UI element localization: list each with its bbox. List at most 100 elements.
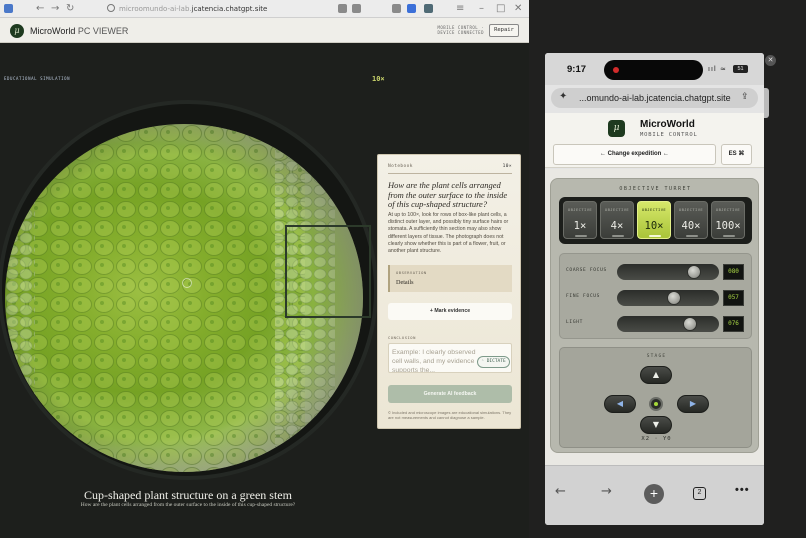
specimen-question: How are the plant cells arranged from th… — [80, 502, 296, 508]
fine-focus-label: FINE FOCUS — [566, 294, 601, 299]
notebook-disclaimer: © Included and microscope images are edu… — [388, 410, 512, 420]
phone-forward-icon[interactable]: → — [601, 484, 612, 499]
objective-value: 1× — [573, 220, 587, 232]
evidence-selection-box[interactable] — [285, 225, 371, 318]
back-arrow-icon[interactable]: ← — [36, 3, 44, 14]
fine-focus-thumb[interactable] — [667, 291, 682, 305]
more-options-icon[interactable]: ••• — [735, 484, 750, 496]
light-label: LIGHT — [566, 320, 584, 325]
phone-browser-toolbar: ← → + 2 ••• — [545, 465, 764, 525]
browser-window: ← → ↻ microomundo-ai-lab.jcatencia.chatg… — [0, 0, 529, 538]
notebook-instructions: At up to 100×, look for rows of box-like… — [388, 212, 509, 255]
fine-focus-slider[interactable] — [617, 290, 719, 306]
app-title-bold: MicroWorld — [30, 26, 76, 36]
microworld-logo-icon: μ — [608, 120, 625, 137]
objective-40x-button[interactable]: OBJECTIVE 40× — [674, 201, 708, 239]
address-bar[interactable]: microomundo-ai-lab.jcatencia.chatgpt.sit… — [119, 3, 359, 15]
window-minimize-icon[interactable]: – — [479, 3, 484, 14]
window-close-icon[interactable]: ✕ — [514, 3, 522, 14]
share-icon[interactable]: ⇪ — [741, 91, 749, 102]
objective-label: OBJECTIVE — [641, 207, 667, 212]
forward-arrow-icon[interactable]: → — [51, 3, 59, 14]
objective-label: OBJECTIVE — [567, 207, 593, 212]
shield-icon[interactable] — [407, 4, 416, 13]
fine-focus-value: 057 — [723, 290, 744, 306]
app-title: MicroWorld PC VIEWER — [30, 26, 128, 36]
coarse-focus-label: COARSE FOCUS — [566, 268, 607, 273]
stage-down-button[interactable]: ▼ — [640, 416, 672, 434]
objective-indicator — [575, 235, 587, 237]
microworld-logo-icon: μ — [10, 24, 24, 38]
notebook-title: Notebook — [388, 164, 413, 169]
app-title-light: PC VIEWER — [75, 26, 129, 36]
stage-left-button[interactable]: ◀ — [604, 395, 636, 413]
objective-indicator — [686, 235, 698, 237]
recording-indicator-icon — [613, 67, 619, 73]
translate-icon[interactable] — [352, 4, 361, 13]
phone-mirror: 9:17 ııl ≈ 51 ✦ ...omundo-ai-lab.jcatenc… — [545, 53, 764, 525]
objective-label: OBJECTIVE — [678, 207, 704, 212]
stage-right-button[interactable]: ▶ — [677, 395, 709, 413]
extension-app-icon[interactable] — [424, 4, 433, 13]
mobile-control-status: MOBILE CONTROL · DEVICE CONNECTED — [437, 25, 484, 35]
stage-center-led-icon — [654, 402, 658, 406]
educational-simulation-label: EDUCATIONAL SIMULATION — [4, 76, 71, 81]
reader-icon[interactable] — [338, 4, 347, 13]
repair-button[interactable]: Repair — [489, 24, 519, 37]
window-maximize-icon[interactable]: □ — [496, 3, 505, 14]
close-icon[interactable]: ✕ — [765, 55, 776, 66]
stage-center-button[interactable] — [649, 397, 663, 411]
objective-4x-button[interactable]: OBJECTIVE 4× — [600, 201, 634, 239]
objective-indicator — [649, 235, 661, 237]
stage-up-button[interactable]: ▲ — [640, 366, 672, 384]
objective-value: 40× — [681, 220, 701, 232]
sparkle-icon[interactable]: ✦ — [559, 91, 567, 102]
objective-turret: OBJECTIVE 1× OBJECTIVE 4× OBJECTIVE 10× OBJ… — [559, 197, 752, 244]
phone-app-header: μ MicroWorld MOBILE CONTROL ← Change exp… — [545, 113, 764, 168]
phone-app-subtitle: MOBILE CONTROL — [640, 132, 698, 138]
light-value: 076 — [723, 316, 744, 332]
notebook-header: Notebook 10× — [388, 164, 512, 169]
phone-back-icon[interactable]: ← — [555, 484, 566, 499]
language-toggle-button[interactable]: ES ⌘ — [721, 144, 752, 165]
site-info-icon[interactable] — [107, 4, 115, 12]
conclusion-input[interactable]: Example: I clearly observed cell walls, … — [388, 343, 512, 373]
phone-url: ...omundo-ai-lab.jcatencia.chatgpt.site — [579, 93, 731, 103]
focus-light-controls: COARSE FOCUS 080 FINE FOCUS 057 LIGHT 07… — [559, 253, 752, 339]
coarse-focus-value: 080 — [723, 264, 744, 280]
stage-control: STAGE ▲ ◀ ▶ ▼ X2 · Y0 — [559, 347, 752, 448]
new-tab-icon[interactable]: + — [644, 484, 664, 504]
objective-1x-button[interactable]: OBJECTIVE 1× — [563, 201, 597, 239]
objective-100x-button[interactable]: OBJECTIVE 100× — [711, 201, 745, 239]
turret-label: OBJECTIVE TURRET — [619, 186, 692, 192]
generate-feedback-button[interactable]: Generate AI feedback — [388, 385, 512, 403]
app-header: μ MicroWorld PC VIEWER MOBILE CONTROL · … — [0, 18, 529, 43]
coarse-focus-control: COARSE FOCUS 080 — [566, 263, 748, 281]
dictate-button[interactable]: ◦ DICTATE — [477, 356, 510, 368]
tabs-count-icon[interactable]: 2 — [693, 487, 706, 500]
objective-10x-button[interactable]: OBJECTIVE 10× — [637, 201, 671, 239]
browser-toolbar: ← → ↻ microomundo-ai-lab.jcatencia.chatg… — [0, 0, 529, 18]
coarse-focus-slider[interactable] — [617, 264, 719, 280]
magnification-readout: 10× — [372, 75, 385, 83]
conclusion-placeholder: Example: I clearly observed cell walls, … — [392, 349, 476, 373]
phone-address-bar[interactable]: ✦ ...omundo-ai-lab.jcatencia.chatgpt.sit… — [551, 88, 758, 108]
notebook-divider — [388, 173, 512, 174]
notebook-magnification: 10× — [502, 164, 512, 169]
objective-value: 10× — [644, 220, 664, 232]
change-expedition-button[interactable]: ← Change expedition ← — [553, 144, 716, 165]
browser-app-icon[interactable] — [4, 4, 13, 13]
phone-time: 9:17 — [567, 64, 587, 75]
extensions-icon[interactable] — [392, 4, 401, 13]
observation-field[interactable]: OBSERVATION Details — [388, 265, 512, 292]
coarse-focus-thumb[interactable] — [686, 265, 701, 279]
light-slider[interactable] — [617, 316, 719, 332]
reload-icon[interactable]: ↻ — [66, 3, 74, 14]
phone-status-bar: 9:17 ııl ≈ 51 — [545, 53, 764, 85]
phone-app-title: MicroWorld — [640, 119, 695, 130]
phone-side-handle[interactable] — [764, 88, 769, 118]
menu-icon[interactable]: ≡ — [456, 3, 464, 14]
light-thumb[interactable] — [683, 317, 698, 331]
observation-label: OBSERVATION — [396, 270, 427, 275]
mark-evidence-button[interactable]: + Mark evidence — [388, 303, 512, 320]
